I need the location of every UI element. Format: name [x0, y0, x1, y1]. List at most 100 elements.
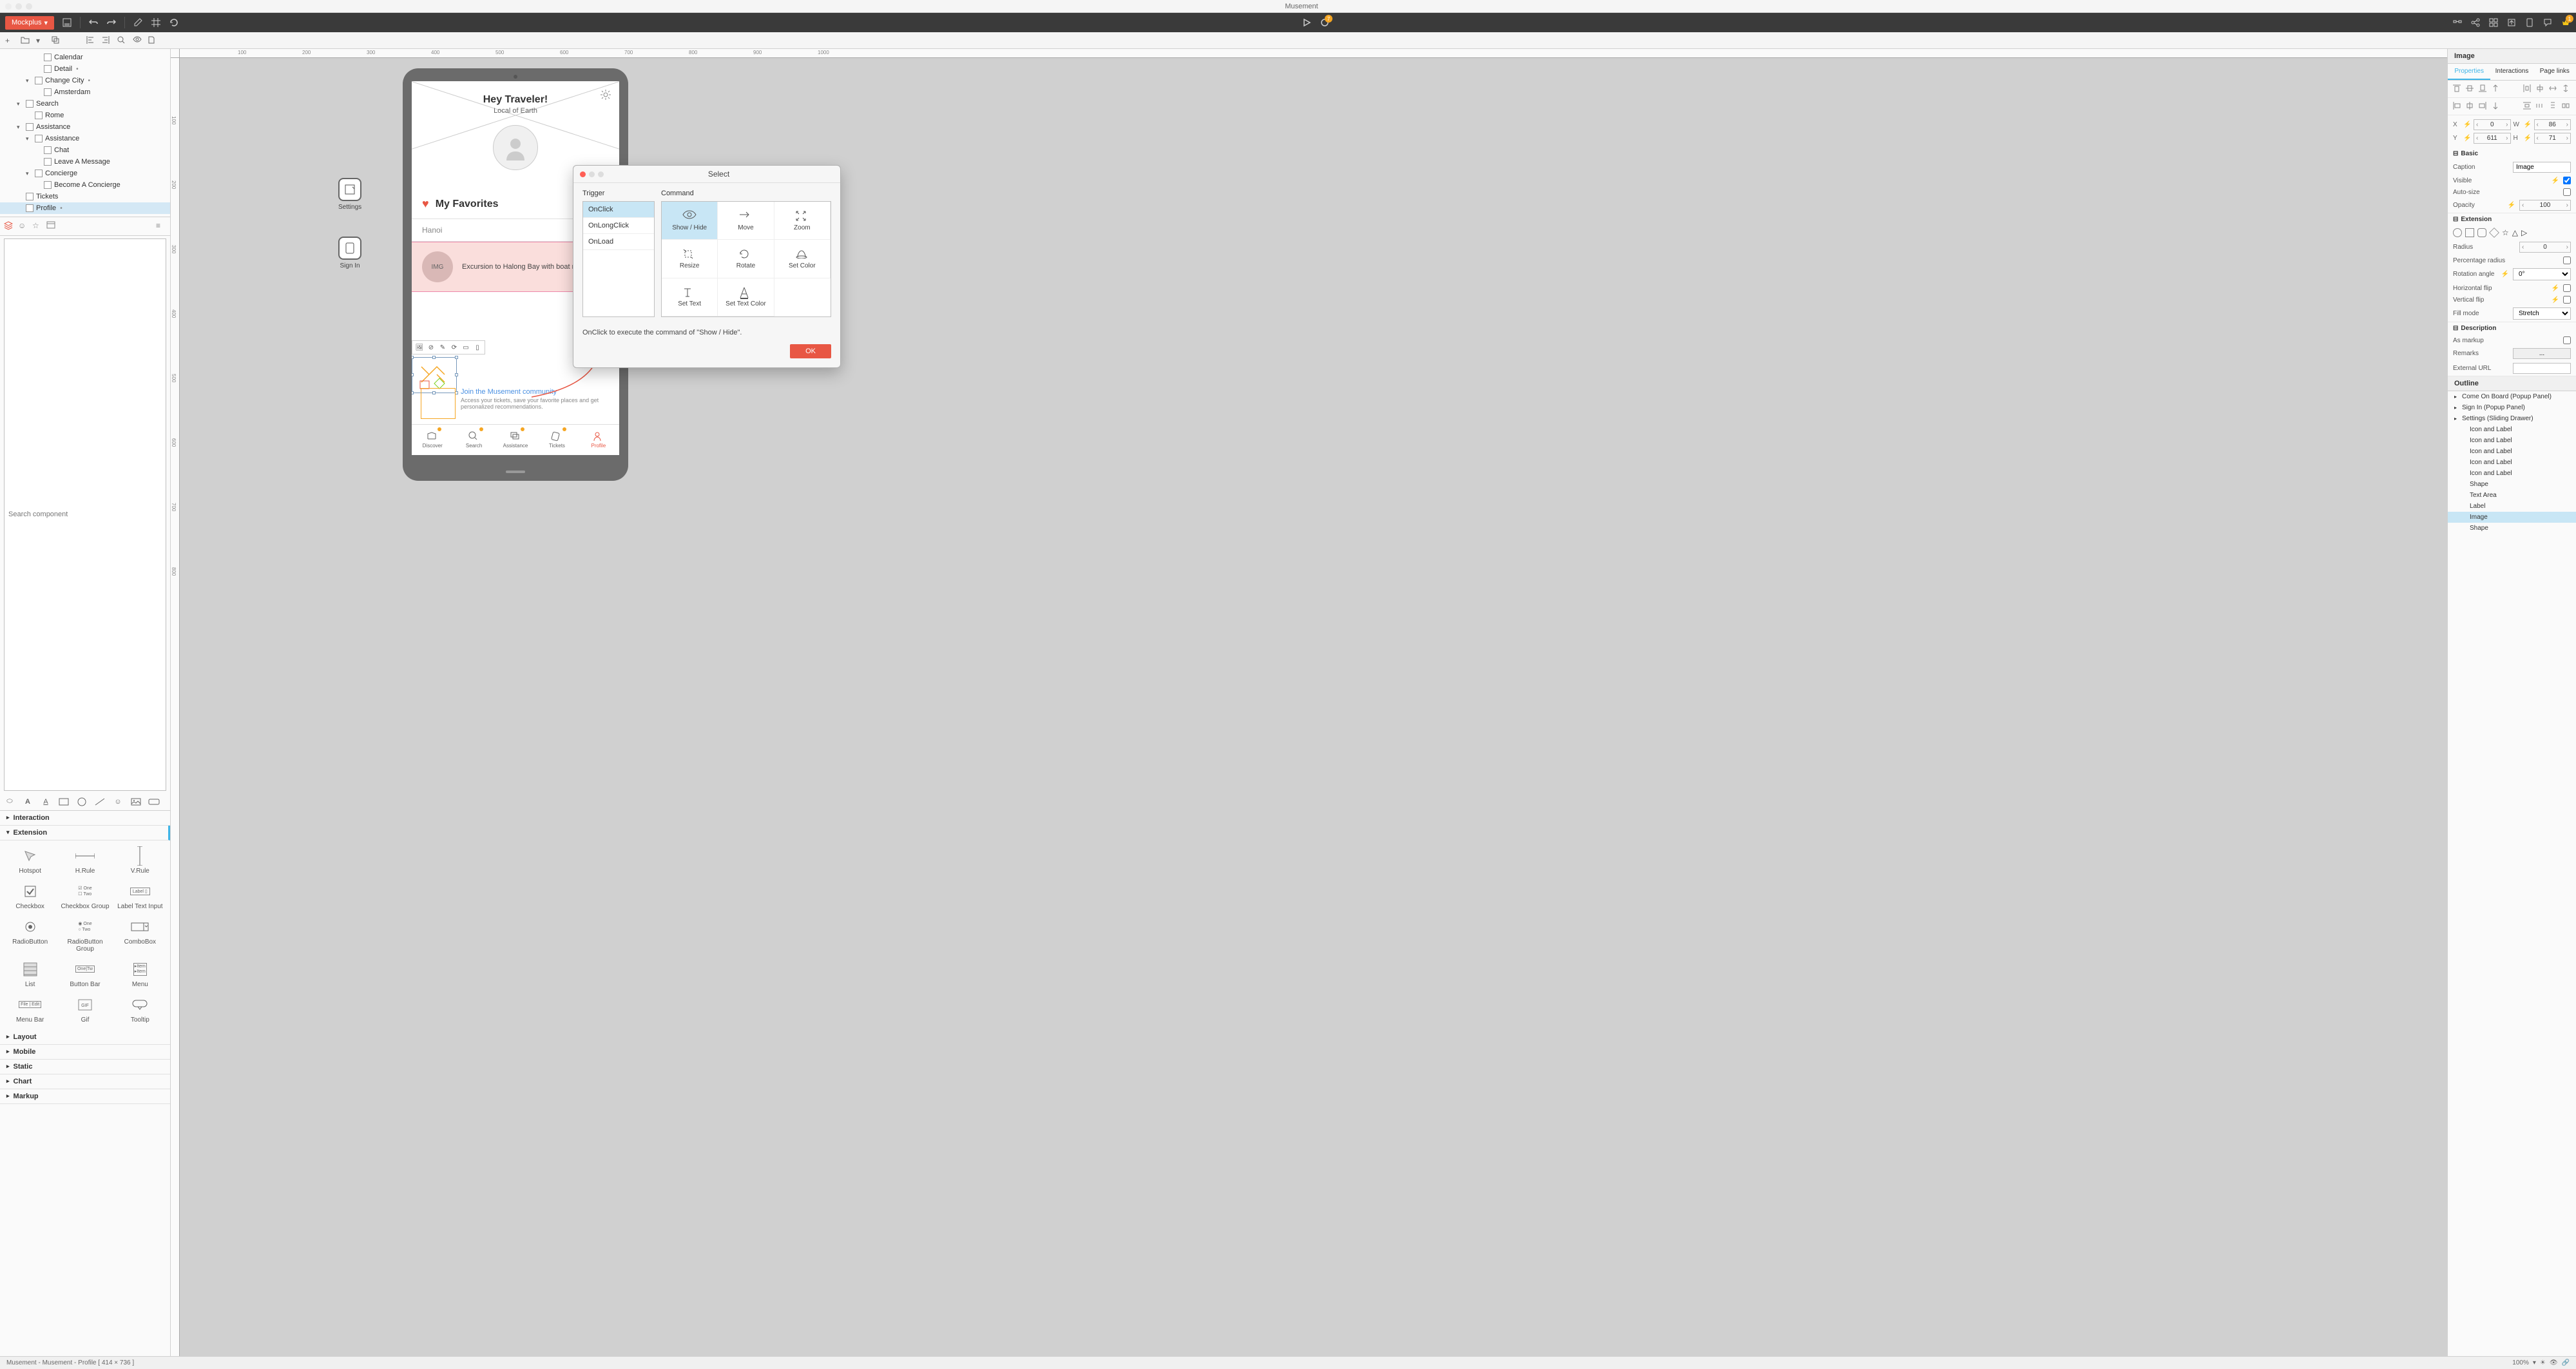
shape-chevron-icon[interactable]: ▷ — [2521, 228, 2527, 237]
align-top-icon[interactable] — [2453, 84, 2462, 93]
tab-interactions[interactable]: Interactions — [2490, 64, 2533, 80]
canvas[interactable]: 1002003004005006007008009001000 10020030… — [171, 49, 2447, 1356]
link-status-icon[interactable]: 🔗 — [2562, 1359, 2570, 1366]
hflip-checkbox[interactable] — [2563, 284, 2571, 292]
align-hcenter-icon[interactable] — [2466, 102, 2475, 111]
shape-triangle-icon[interactable]: △ — [2512, 228, 2518, 237]
visible-bolt-icon[interactable]: ⚡ — [2552, 177, 2559, 184]
page-tree-item[interactable]: Leave A Message — [0, 156, 170, 168]
external-url-input[interactable] — [2513, 363, 2571, 374]
redo-icon[interactable] — [106, 17, 117, 28]
image-shape-icon[interactable] — [130, 797, 142, 806]
edit-tool-icon[interactable]: ✎ — [437, 342, 448, 353]
align-vcenter-icon[interactable] — [2466, 84, 2475, 93]
rotate-icon[interactable] — [169, 17, 179, 28]
outline-item[interactable]: ▸Come On Board (Popup Panel) — [2448, 391, 2576, 402]
rect-shape-icon[interactable] — [58, 797, 70, 806]
link-shape-icon[interactable]: ⬭ — [4, 797, 15, 806]
page-tree-item[interactable]: Calendar — [0, 52, 170, 63]
outline-item[interactable]: Text Area — [2448, 490, 2576, 501]
layout-tab-icon[interactable] — [46, 221, 57, 231]
page-tree-item[interactable]: ▾Assistance — [0, 121, 170, 133]
component-item[interactable]: List — [4, 960, 56, 988]
copy-icon[interactable] — [52, 36, 61, 45]
component-item[interactable]: ◉ One○ TwoRadioButton Group — [59, 918, 111, 953]
chevron-down-icon[interactable]: ▾ — [36, 36, 45, 45]
outline-item[interactable]: Icon and Label — [2448, 457, 2576, 468]
visible-checkbox[interactable] — [2563, 177, 2571, 184]
dialog-min[interactable] — [589, 171, 595, 177]
command-item[interactable]: Set Color — [774, 240, 831, 278]
outline-item[interactable]: Image — [2448, 512, 2576, 523]
command-item[interactable]: Zoom — [774, 202, 831, 240]
fillmode-select[interactable]: Stretch — [2513, 307, 2571, 320]
component-item[interactable]: Checkbox — [4, 882, 56, 910]
command-item[interactable]: Move — [718, 202, 774, 240]
rotation-bolt-icon[interactable]: ⚡ — [2501, 271, 2509, 278]
image-tool-icon[interactable]: 🖼 — [414, 342, 425, 353]
x-input[interactable]: 0 — [2474, 119, 2511, 130]
component-item[interactable]: Tooltip — [114, 996, 166, 1024]
vflip-bolt-icon[interactable]: ⚡ — [2552, 296, 2559, 304]
component-item[interactable]: GIFGif — [59, 996, 111, 1024]
hflip-bolt-icon[interactable]: ⚡ — [2552, 285, 2559, 292]
dialog-max[interactable] — [598, 171, 604, 177]
doc-icon[interactable] — [148, 36, 157, 45]
zoom-control[interactable]: 100% ▾ ☀ 👁 🔗 — [2512, 1359, 2570, 1366]
tab-assistance[interactable]: Assistance — [495, 425, 536, 455]
premium-icon[interactable]: 1 — [2561, 17, 2571, 28]
component-item[interactable]: H.Rule — [59, 847, 111, 875]
align-left-icon[interactable] — [86, 36, 95, 45]
export-icon[interactable]: 7 — [1320, 17, 1330, 28]
outline-item[interactable]: ▸Sign In (Popup Panel) — [2448, 402, 2576, 413]
page-tree-item[interactable]: ▾Change City• — [0, 75, 170, 86]
section-interaction[interactable]: ▸Interaction — [0, 811, 170, 826]
component-item[interactable]: Label ▯Label Text Input — [114, 882, 166, 910]
y-input[interactable]: 611 — [2474, 133, 2511, 144]
join-title[interactable]: Join the Musement community — [461, 388, 610, 396]
caption-input[interactable] — [2513, 162, 2571, 173]
eye-status-icon[interactable]: 👁 — [2550, 1359, 2558, 1366]
outline-item[interactable]: Shape — [2448, 479, 2576, 490]
circle-shape-icon[interactable] — [76, 797, 88, 806]
element-toolbar[interactable]: 🖼 ⊘ ✎ ⟳ ▭ ▯ — [412, 340, 485, 354]
eye-icon[interactable] — [133, 36, 142, 45]
component-item[interactable]: RadioButton — [4, 918, 56, 953]
components-tab-icon[interactable] — [4, 221, 14, 231]
radius-input[interactable]: 0 — [2519, 242, 2571, 253]
eyedropper-icon[interactable] — [133, 17, 143, 28]
page-tree-item[interactable]: Chat — [0, 144, 170, 156]
trigger-item[interactable]: OnClick — [583, 202, 654, 218]
page-tree-item[interactable]: Detail• — [0, 63, 170, 75]
trigger-item[interactable]: OnLongClick — [583, 218, 654, 234]
more-tool-icon[interactable]: ▯ — [472, 342, 483, 353]
command-item[interactable]: Resize — [662, 240, 718, 278]
command-item[interactable]: Show / Hide — [662, 202, 718, 240]
link-h-icon[interactable]: ⚡ — [2524, 135, 2532, 142]
undo-icon[interactable] — [88, 17, 99, 28]
outline-item[interactable]: Icon and Label — [2448, 435, 2576, 446]
basic-section-header[interactable]: ⊟Basic — [2448, 148, 2576, 160]
command-item[interactable]: Set Text Color — [718, 278, 774, 316]
outline-item[interactable]: ▸Settings (Sliding Drawer) — [2448, 413, 2576, 424]
page-tree-item[interactable]: Tickets — [0, 191, 170, 202]
component-item[interactable]: ☑ One☐ TwoCheckbox Group — [59, 882, 111, 910]
floating-button[interactable]: Settings — [338, 178, 361, 211]
asmarkup-checkbox[interactable] — [2563, 336, 2571, 344]
align-right-icon[interactable] — [2479, 102, 2488, 111]
maximize-window[interactable] — [26, 3, 32, 10]
shape-diamond-icon[interactable] — [2489, 228, 2499, 238]
add-icon[interactable]: + — [5, 36, 14, 45]
component-item[interactable]: V.Rule — [114, 847, 166, 875]
autosize-checkbox[interactable] — [2563, 188, 2571, 196]
align-right-icon[interactable] — [102, 36, 111, 45]
center-h-icon[interactable] — [2536, 84, 2545, 93]
outline-item[interactable]: Label — [2448, 501, 2576, 512]
tab-search[interactable]: Search — [453, 425, 494, 455]
page-tree-item[interactable]: ▾Concierge — [0, 168, 170, 179]
star-tab-icon[interactable]: ☆ — [32, 221, 43, 231]
section-extension[interactable]: ▾Extension — [0, 826, 170, 840]
bring-front-icon[interactable] — [2492, 84, 2501, 93]
component-item[interactable]: One|TwButton Bar — [59, 960, 111, 988]
device-icon[interactable] — [2524, 17, 2535, 28]
